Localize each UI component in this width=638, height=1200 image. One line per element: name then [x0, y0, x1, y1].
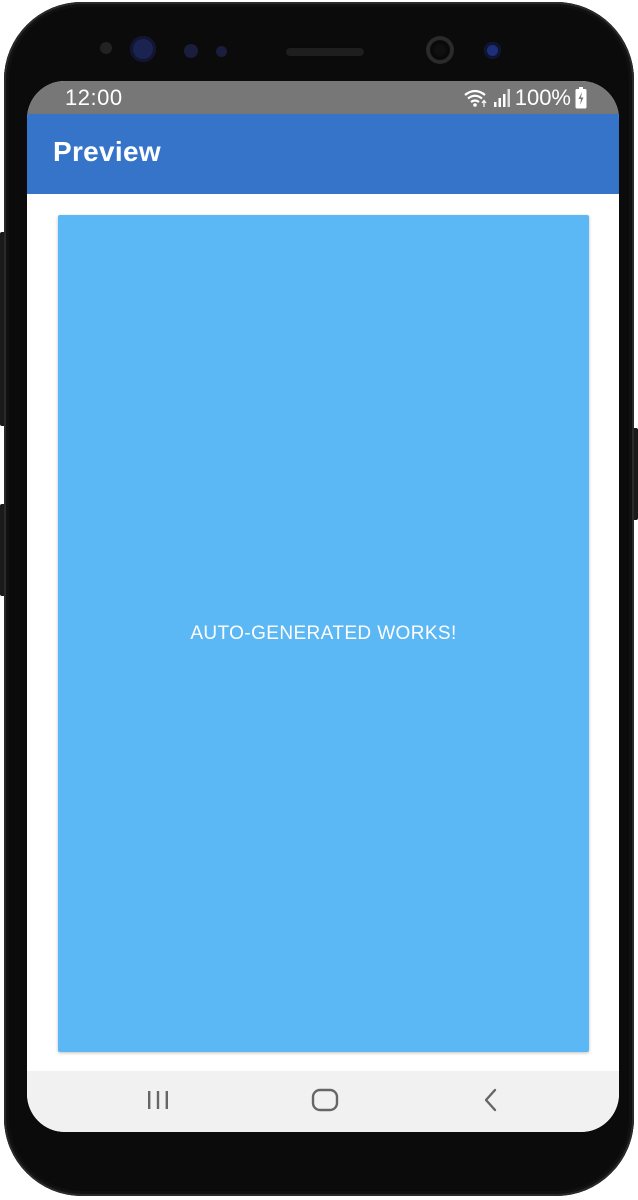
- earpiece-speaker: [284, 46, 366, 58]
- status-icons: 100%: [463, 85, 587, 111]
- signal-icon: [493, 88, 511, 108]
- phone-body: 12:00 100% Preview AUTO-GENERATED WORKS!: [4, 2, 634, 1196]
- screen: 12:00 100% Preview AUTO-GENERATED WORKS!: [27, 81, 619, 1132]
- battery-charging-icon: [575, 87, 587, 109]
- status-bar: 12:00 100%: [27, 81, 619, 114]
- battery-text: 100%: [514, 85, 571, 110]
- home-icon: [311, 1088, 339, 1112]
- back-icon: [484, 1088, 497, 1112]
- recents-button[interactable]: [138, 1085, 178, 1115]
- device-frame: 12:00 100% Preview AUTO-GENERATED WORKS!: [0, 0, 638, 1200]
- light-sensor-icon: [216, 46, 227, 57]
- page-title: Preview: [53, 136, 161, 167]
- back-button[interactable]: [471, 1085, 511, 1115]
- iris-camera-icon: [484, 42, 501, 59]
- front-camera-icon: [426, 36, 454, 64]
- proximity-sensor-icon: [100, 42, 112, 54]
- navigation-bar: [27, 1071, 619, 1132]
- home-button[interactable]: [305, 1085, 345, 1115]
- recents-icon: [148, 1091, 168, 1109]
- preview-card: AUTO-GENERATED WORKS!: [58, 215, 589, 1052]
- card-text: AUTO-GENERATED WORKS!: [190, 622, 457, 644]
- light-sensor-icon: [184, 44, 198, 58]
- iris-scanner-icon: [130, 36, 156, 62]
- status-time: 12:00: [65, 85, 123, 110]
- wifi-icon: [463, 88, 489, 108]
- content-area: AUTO-GENERATED WORKS!: [27, 194, 619, 1071]
- app-bar: Preview: [27, 114, 619, 194]
